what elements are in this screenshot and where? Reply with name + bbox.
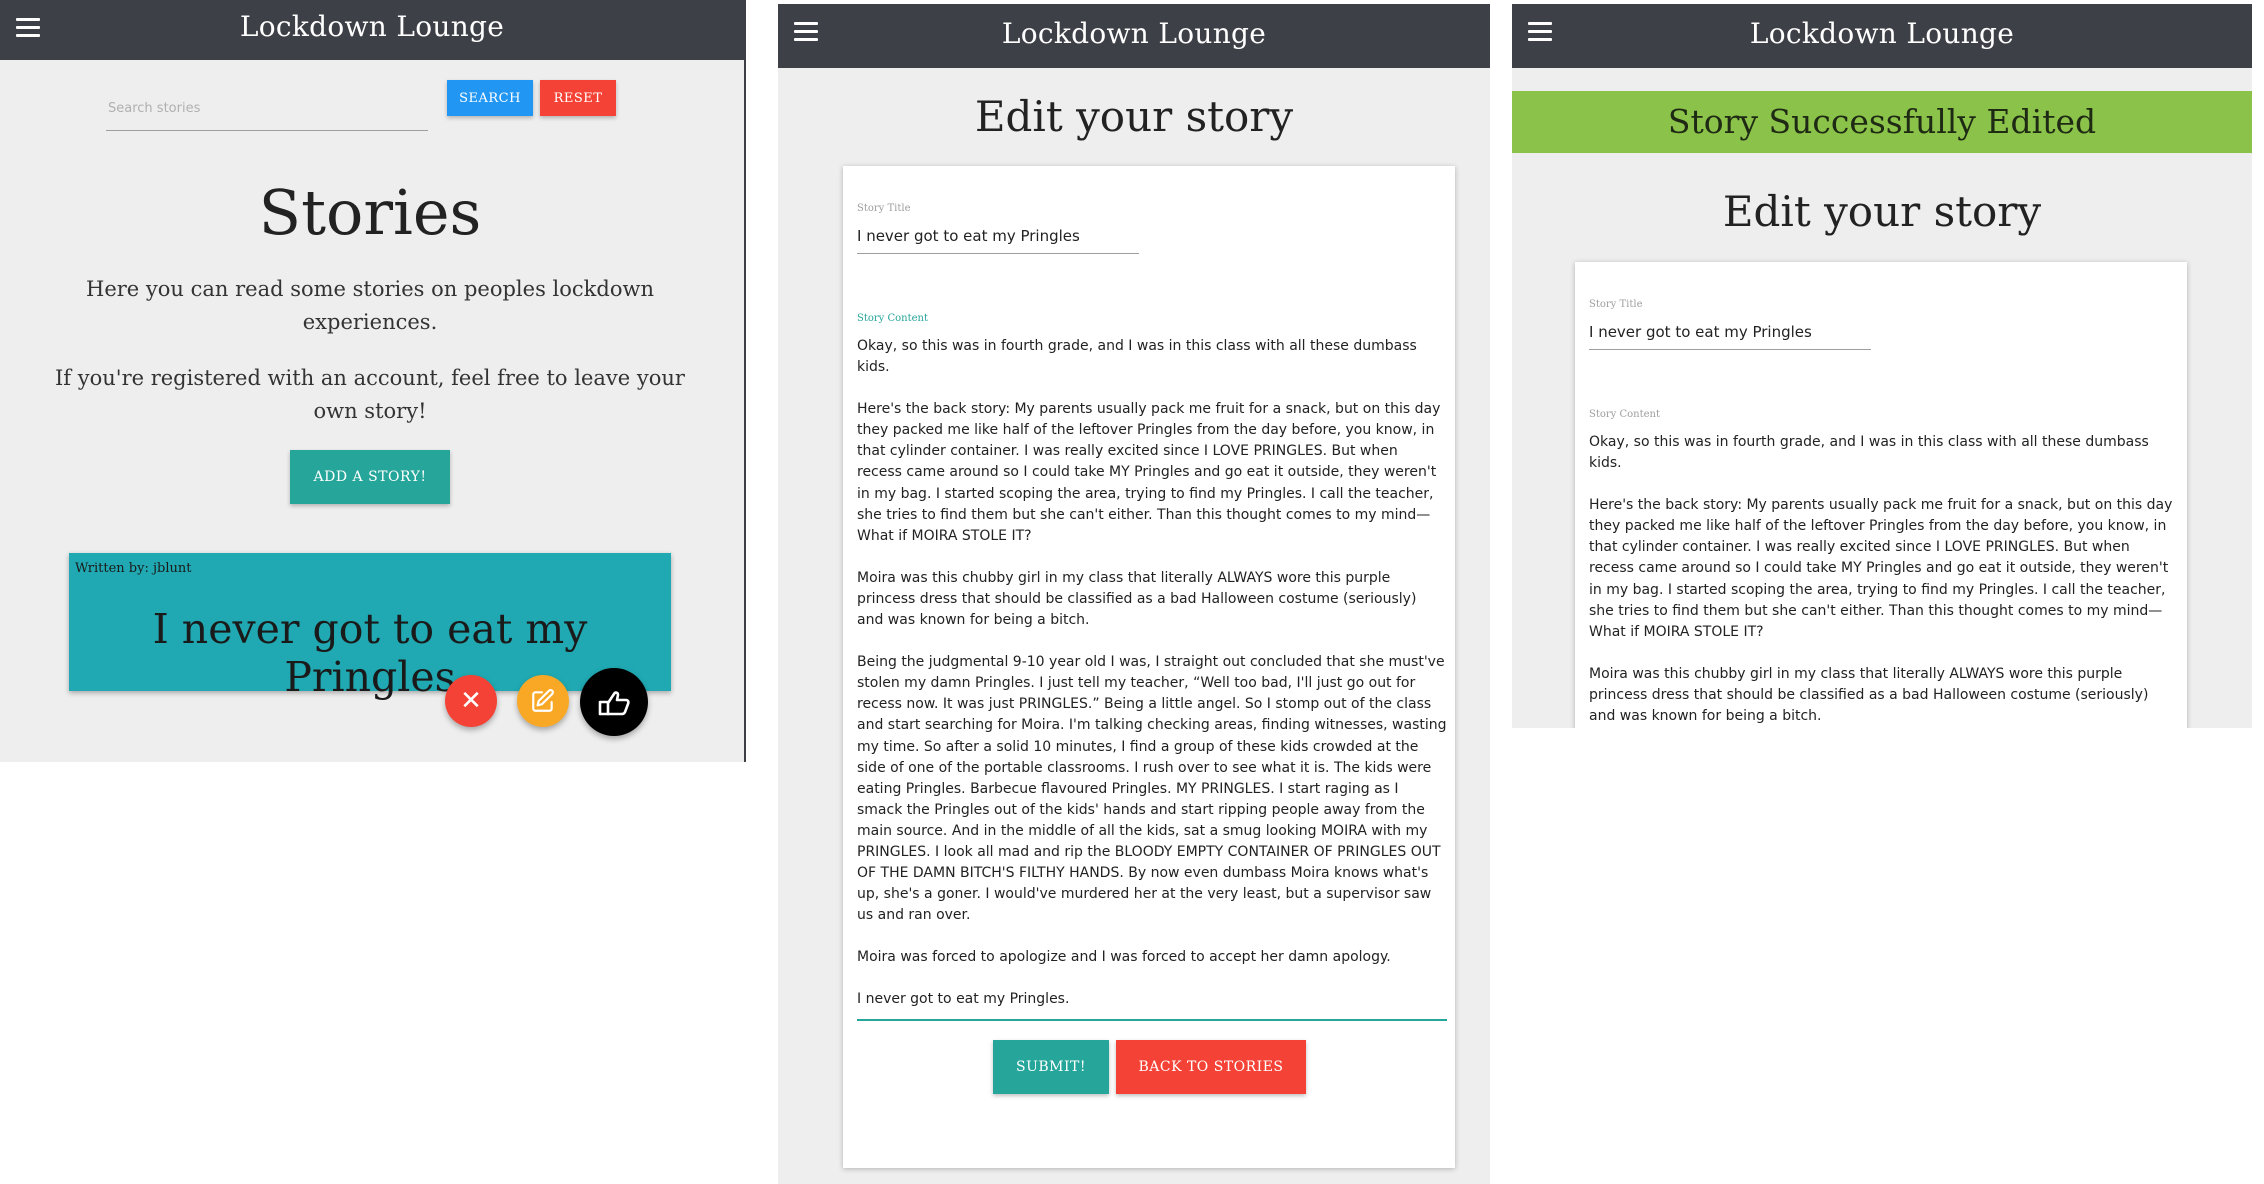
edit-success-panel: Lockdown Lounge Story Successfully Edite…: [1512, 4, 2252, 728]
story-paragraph: Moira was forced to apologize and I was …: [857, 949, 1391, 966]
story-title[interactable]: I never got to eat my Pringles: [69, 605, 671, 701]
brand-title[interactable]: Lockdown Lounge: [778, 17, 1490, 50]
pointing-hand-icon: [598, 691, 630, 716]
edit-form: Story Title Story Content Okay, so this …: [1575, 262, 2187, 728]
intro-text-register: If you're registered with an account, fe…: [55, 366, 685, 423]
story-card[interactable]: Written by: jblunt I never got to eat my…: [69, 553, 671, 701]
story-title-input[interactable]: [857, 219, 1139, 254]
page-title: Stories: [258, 176, 482, 249]
success-banner: Story Successfully Edited: [1512, 91, 2252, 153]
story-paragraph: Okay, so this was in fourth grade, and I…: [1589, 434, 2149, 472]
brand-title[interactable]: Lockdown Lounge: [0, 10, 744, 43]
story-content-label: Story Content: [1589, 409, 1661, 420]
navbar: Lockdown Lounge: [0, 0, 744, 60]
story-paragraph: Here's the back story: My parents usuall…: [857, 401, 1441, 544]
edit-form: Story Title Story Content Okay, so this …: [843, 166, 1455, 1168]
story-paragraph: Being the judgmental 9-10 year old I was…: [857, 654, 1447, 924]
back-to-stories-button[interactable]: BACK TO STORIES: [1116, 1040, 1306, 1094]
story-paragraph: Okay, so this was in fourth grade, and I…: [857, 338, 1417, 376]
story-content-textarea[interactable]: Okay, so this was in fourth grade, and I…: [1589, 432, 2179, 728]
edit-icon: [532, 689, 554, 712]
story-title-label: Story Title: [857, 203, 911, 214]
stories-list-panel: Lockdown Lounge SEARCH RESET Stories Her…: [0, 0, 746, 762]
search-input[interactable]: [106, 86, 428, 131]
search-button[interactable]: SEARCH: [447, 80, 533, 116]
navbar: Lockdown Lounge: [778, 4, 1490, 68]
like-story-button[interactable]: [580, 668, 648, 736]
edit-story-button[interactable]: [517, 675, 569, 727]
add-story-button[interactable]: ADD A STORY!: [290, 450, 450, 504]
page-title: Edit your story: [974, 92, 1294, 141]
story-content-label: Story Content: [857, 313, 929, 324]
close-icon: ✕: [460, 686, 482, 716]
story-paragraph: Here's the back story: My parents usuall…: [1589, 497, 2173, 640]
navbar: Lockdown Lounge: [1512, 4, 2252, 68]
submit-button[interactable]: SUBMIT!: [993, 1040, 1109, 1094]
story-title-input[interactable]: [1589, 315, 1871, 350]
delete-story-button[interactable]: ✕: [445, 675, 497, 727]
story-content-textarea[interactable]: Okay, so this was in fourth grade, and I…: [857, 336, 1447, 1032]
story-title-label: Story Title: [1589, 299, 1643, 310]
reset-button[interactable]: RESET: [540, 80, 616, 116]
story-author: Written by: jblunt: [75, 561, 192, 576]
edit-story-panel: Lockdown Lounge Edit your story Story Ti…: [778, 4, 1490, 1184]
textarea-focus-underline: [857, 1019, 1447, 1021]
page-title: Edit your story: [1722, 187, 2042, 236]
story-paragraph: Moira was this chubby girl in my class t…: [857, 569, 1417, 629]
story-paragraph: I never got to eat my Pringles.: [857, 991, 1070, 1008]
story-paragraph: Moira was this chubby girl in my class t…: [1589, 665, 2149, 725]
intro-text: Here you can read some stories on people…: [86, 277, 654, 334]
brand-title[interactable]: Lockdown Lounge: [1512, 17, 2252, 50]
